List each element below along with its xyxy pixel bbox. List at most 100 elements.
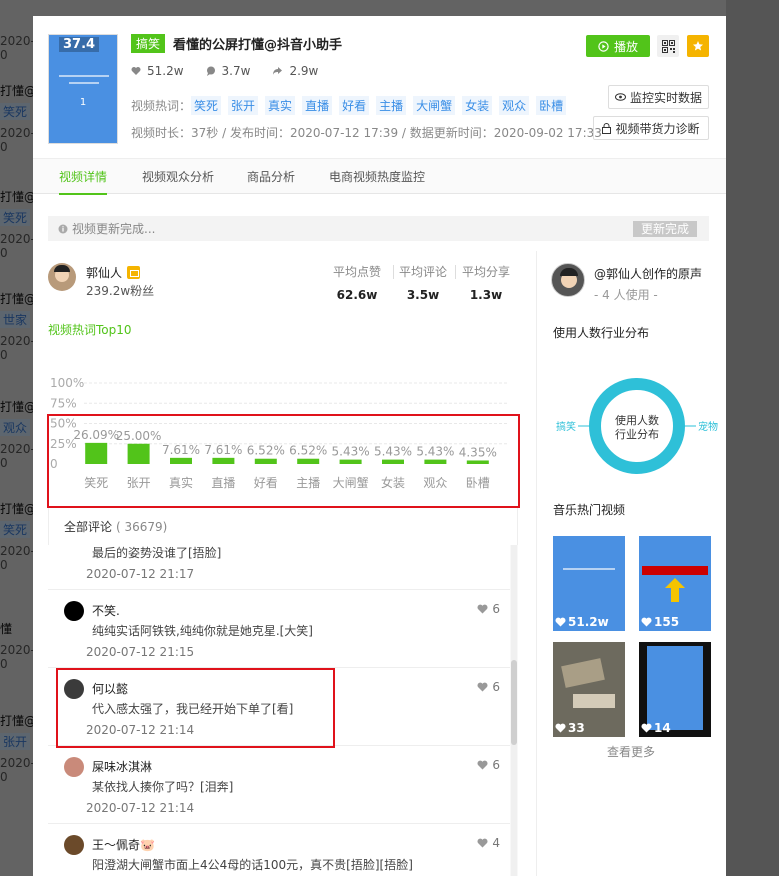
comment-time: 2020-07-12 21:17 [86,567,195,581]
hot-video-likes: 51.2w [568,615,609,629]
hotword-tag[interactable]: 笑死 [191,96,222,115]
comments-label: 全部评论 [64,520,113,534]
score-badge: 37.4 [59,37,100,52]
author-name[interactable]: 郭仙人 [86,264,122,281]
hotwords-label: 视频热词： [131,99,192,113]
scrollbar-thumb[interactable] [511,660,517,745]
highlight-comment [56,668,335,748]
chart-title: 视频热词Top10 [48,323,132,337]
donut-slice-label: 宠物 [698,420,718,433]
heart-icon [477,604,488,614]
heart-icon [477,760,488,770]
heart-icon [555,723,566,733]
likes-count: 51.2w [147,64,184,78]
qrcode-icon [661,39,675,53]
tab-video-detail[interactable]: 视频详情 [59,159,108,195]
update-done-button[interactable]: 更新完成 [632,221,697,237]
hot-video-likes: 14 [654,721,671,735]
comment-time: 2020-07-12 21:15 [86,645,195,659]
tab-product-analysis[interactable]: 商品分析 [247,159,295,195]
see-more-link[interactable]: 查看更多 [607,743,655,760]
donut-center-label: 行业分布 [615,428,659,441]
avg-comments: 平均评论 3.5w [399,265,448,302]
comment-item: 屎味冰淇淋某依找人揍你了吗？[泪奔] 2020-07-12 21:14 6 [48,746,510,824]
author-fans: 239.2w粉丝 [86,284,155,298]
avg-likes: 平均点赞 62.6w [333,265,382,302]
comments-scrollbar[interactable] [511,545,517,876]
video-stats: 51.2w 3.7w 2.9w [131,64,340,78]
comment-item: 王～佩奇🐷 阳澄湖大闸蟹市面上4公4母的话100元，真不贵[捂脸][捂脸] 4 [48,824,510,876]
shop-badge-icon [127,266,141,279]
video-header: 37.4 1 搞笑 看懂的公屏打懂@抖音小助手 51.2w 3.7w 2.9w [33,16,726,158]
play-icon [598,40,609,52]
comment-item: 最后的姿势没谁了[捂脸] 2020-07-12 21:17 [48,545,510,590]
share-icon [273,67,283,75]
music-panel: @郭仙人创作的原声 - 4 人使用 - 使用人数行业分布 使用人数 行业分布 搞笑宠… [536,251,726,876]
comment-time: 2020-07-12 21:14 [86,801,195,815]
favorite-button[interactable] [687,35,709,57]
hotword-tag[interactable]: 卧槽 [536,96,567,115]
monitor-realtime-button[interactable]: 监控实时数据 [608,85,709,109]
comment-text: 最后的姿势没谁了[捂脸] [92,546,222,560]
hot-video-thumbnail[interactable]: 51.2w [553,536,625,631]
heart-icon [131,67,141,75]
avg-shares: 平均分享 1.3w [462,265,511,302]
comments-header: 全部评论 ( 36679) [48,507,518,545]
hotword-tag[interactable]: 张开 [228,96,259,115]
star-icon [693,41,703,51]
notice-text: 视频更新完成... [72,222,156,236]
y-tick-label: 75% [50,396,77,410]
music-owner-avatar[interactable] [551,263,585,297]
author-info: 郭仙人 239.2w粉丝 平均点赞 62.6w 平均评论 3.5w 平均分享 1… [48,261,518,306]
hotword-tag[interactable]: 真实 [265,96,296,115]
comment-text: 某依找人揍你了吗？[泪奔] [92,780,234,794]
info-icon [58,224,68,233]
video-title: 看懂的公屏打懂@抖音小助手 [173,38,343,53]
heart-icon [477,682,488,692]
hotword-tag[interactable]: 大闸蟹 [413,96,456,115]
author-avatar[interactable] [48,263,76,291]
industry-donut-chart: 使用人数行业分布 搞笑 宠物 [556,378,718,474]
comments-count: 3.7w [221,64,251,78]
hotword-tag[interactable]: 女装 [462,96,493,115]
hot-video-thumbnail[interactable]: 14 [639,642,711,737]
comments-total: ( 36679) [116,519,168,534]
music-users: - 4 人使用 - [594,288,658,302]
music-owner[interactable]: @郭仙人创作的原声 [594,265,702,282]
commenter-name[interactable]: 不笑. [92,602,120,619]
update-notice: 视频更新完成... 更新完成 [48,216,709,241]
play-button[interactable]: 播放 [586,35,650,57]
qrcode-button[interactable] [657,35,679,57]
comment-text: 纯纯实话阿铁铁,纯纯你就是她克星.[大笑] [92,624,313,638]
comment-likes[interactable]: 4 [477,836,500,850]
commenter-avatar[interactable] [64,757,84,777]
hot-video-thumbnail[interactable]: 155 [639,536,711,631]
heart-icon [641,617,652,627]
video-meta: 视频时长：37秒 / 发布时间：2020-07-12 17:39 / 数据更新时… [131,126,602,140]
comment-text: 阳澄湖大闸蟹市面上4公4母的话100元，真不贵[捂脸][捂脸] [92,858,413,872]
highlight-chart [47,414,520,508]
commenter-name[interactable]: 屎味冰淇淋 [92,758,152,775]
hotword-tag[interactable]: 好看 [339,96,370,115]
hotword-tag[interactable]: 观众 [499,96,530,115]
tab-heat-monitor[interactable]: 电商视频热度监控 [329,159,425,195]
category-tag: 搞笑 [131,34,166,53]
diagnose-button[interactable]: 视频带货力诊断 [593,116,709,140]
commenter-name[interactable]: 王～佩奇🐷 [92,836,155,853]
detail-tabs: 视频详情 视频观众分析 商品分析 电商视频热度监控 [33,158,726,195]
hot-video-likes: 155 [654,615,680,629]
comment-likes[interactable]: 6 [477,680,500,694]
hotword-tag[interactable]: 主播 [376,96,407,115]
heart-icon [477,838,488,848]
tab-audience-analysis[interactable]: 视频观众分析 [142,159,214,195]
comment-likes[interactable]: 6 [477,602,500,616]
hotword-tag[interactable]: 直播 [302,96,333,115]
heart-icon [641,723,652,733]
comment-likes[interactable]: 6 [477,758,500,772]
donut-center-label: 使用人数 [615,414,659,427]
cover-number: 1 [79,97,87,108]
hot-video-thumbnail[interactable]: 33 [553,642,625,737]
commenter-avatar[interactable] [64,601,84,621]
video-cover[interactable]: 37.4 1 [48,34,118,144]
commenter-avatar[interactable] [64,835,84,855]
